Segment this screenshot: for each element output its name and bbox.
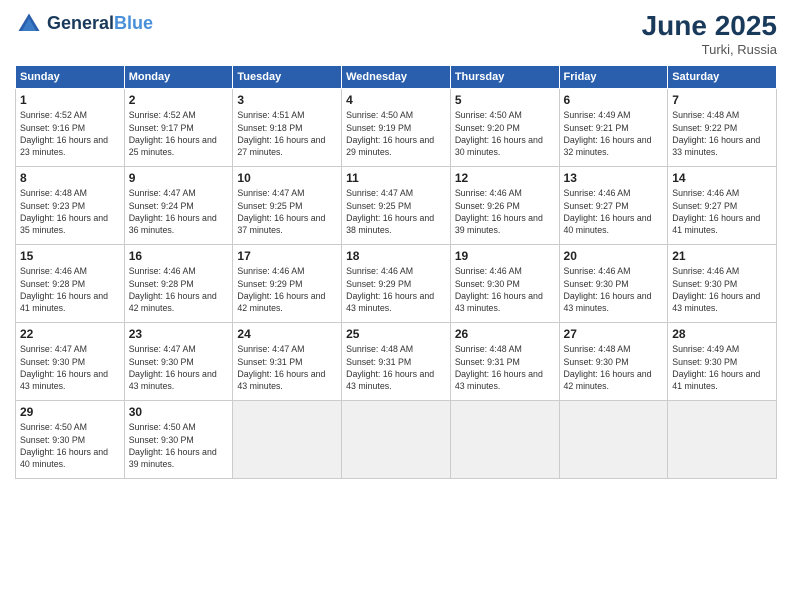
- calendar-table: Sunday Monday Tuesday Wednesday Thursday…: [15, 65, 777, 479]
- table-row: 4Sunrise: 4:50 AMSunset: 9:19 PMDaylight…: [342, 89, 451, 167]
- month-title: June 2025: [642, 10, 777, 42]
- logo-text: GeneralBlue: [47, 14, 153, 34]
- table-row: 6Sunrise: 4:49 AMSunset: 9:21 PMDaylight…: [559, 89, 668, 167]
- table-row: 25Sunrise: 4:48 AMSunset: 9:31 PMDayligh…: [342, 323, 451, 401]
- table-row: 17Sunrise: 4:46 AMSunset: 9:29 PMDayligh…: [233, 245, 342, 323]
- table-row: 15Sunrise: 4:46 AMSunset: 9:28 PMDayligh…: [16, 245, 125, 323]
- table-row: 8Sunrise: 4:48 AMSunset: 9:23 PMDaylight…: [16, 167, 125, 245]
- header-wednesday: Wednesday: [342, 66, 451, 89]
- table-row: 7Sunrise: 4:48 AMSunset: 9:22 PMDaylight…: [668, 89, 777, 167]
- empty-cell: [233, 401, 342, 479]
- table-row: 13Sunrise: 4:46 AMSunset: 9:27 PMDayligh…: [559, 167, 668, 245]
- location: Turki, Russia: [642, 42, 777, 57]
- weekday-header-row: Sunday Monday Tuesday Wednesday Thursday…: [16, 66, 777, 89]
- logo: GeneralBlue: [15, 10, 153, 38]
- header-friday: Friday: [559, 66, 668, 89]
- table-row: 26Sunrise: 4:48 AMSunset: 9:31 PMDayligh…: [450, 323, 559, 401]
- table-row: 3Sunrise: 4:51 AMSunset: 9:18 PMDaylight…: [233, 89, 342, 167]
- empty-cell: [668, 401, 777, 479]
- table-row: 21Sunrise: 4:46 AMSunset: 9:30 PMDayligh…: [668, 245, 777, 323]
- header-saturday: Saturday: [668, 66, 777, 89]
- table-row: 5Sunrise: 4:50 AMSunset: 9:20 PMDaylight…: [450, 89, 559, 167]
- table-row: 11Sunrise: 4:47 AMSunset: 9:25 PMDayligh…: [342, 167, 451, 245]
- page: GeneralBlue June 2025 Turki, Russia Sund…: [0, 0, 792, 612]
- table-row: 10Sunrise: 4:47 AMSunset: 9:25 PMDayligh…: [233, 167, 342, 245]
- table-row: 23Sunrise: 4:47 AMSunset: 9:30 PMDayligh…: [124, 323, 233, 401]
- header: GeneralBlue June 2025 Turki, Russia: [15, 10, 777, 57]
- table-row: 14Sunrise: 4:46 AMSunset: 9:27 PMDayligh…: [668, 167, 777, 245]
- header-thursday: Thursday: [450, 66, 559, 89]
- title-area: June 2025 Turki, Russia: [642, 10, 777, 57]
- table-row: 29Sunrise: 4:50 AMSunset: 9:30 PMDayligh…: [16, 401, 125, 479]
- table-row: 24Sunrise: 4:47 AMSunset: 9:31 PMDayligh…: [233, 323, 342, 401]
- empty-cell: [559, 401, 668, 479]
- logo-icon: [15, 10, 43, 38]
- header-monday: Monday: [124, 66, 233, 89]
- table-row: 22Sunrise: 4:47 AMSunset: 9:30 PMDayligh…: [16, 323, 125, 401]
- table-row: 20Sunrise: 4:46 AMSunset: 9:30 PMDayligh…: [559, 245, 668, 323]
- table-row: 28Sunrise: 4:49 AMSunset: 9:30 PMDayligh…: [668, 323, 777, 401]
- table-row: 16Sunrise: 4:46 AMSunset: 9:28 PMDayligh…: [124, 245, 233, 323]
- table-row: 27Sunrise: 4:48 AMSunset: 9:30 PMDayligh…: [559, 323, 668, 401]
- header-tuesday: Tuesday: [233, 66, 342, 89]
- empty-cell: [342, 401, 451, 479]
- table-row: 12Sunrise: 4:46 AMSunset: 9:26 PMDayligh…: [450, 167, 559, 245]
- table-row: 19Sunrise: 4:46 AMSunset: 9:30 PMDayligh…: [450, 245, 559, 323]
- header-sunday: Sunday: [16, 66, 125, 89]
- table-row: 2Sunrise: 4:52 AMSunset: 9:17 PMDaylight…: [124, 89, 233, 167]
- empty-cell: [450, 401, 559, 479]
- table-row: 1Sunrise: 4:52 AMSunset: 9:16 PMDaylight…: [16, 89, 125, 167]
- table-row: 9Sunrise: 4:47 AMSunset: 9:24 PMDaylight…: [124, 167, 233, 245]
- table-row: 30Sunrise: 4:50 AMSunset: 9:30 PMDayligh…: [124, 401, 233, 479]
- table-row: 18Sunrise: 4:46 AMSunset: 9:29 PMDayligh…: [342, 245, 451, 323]
